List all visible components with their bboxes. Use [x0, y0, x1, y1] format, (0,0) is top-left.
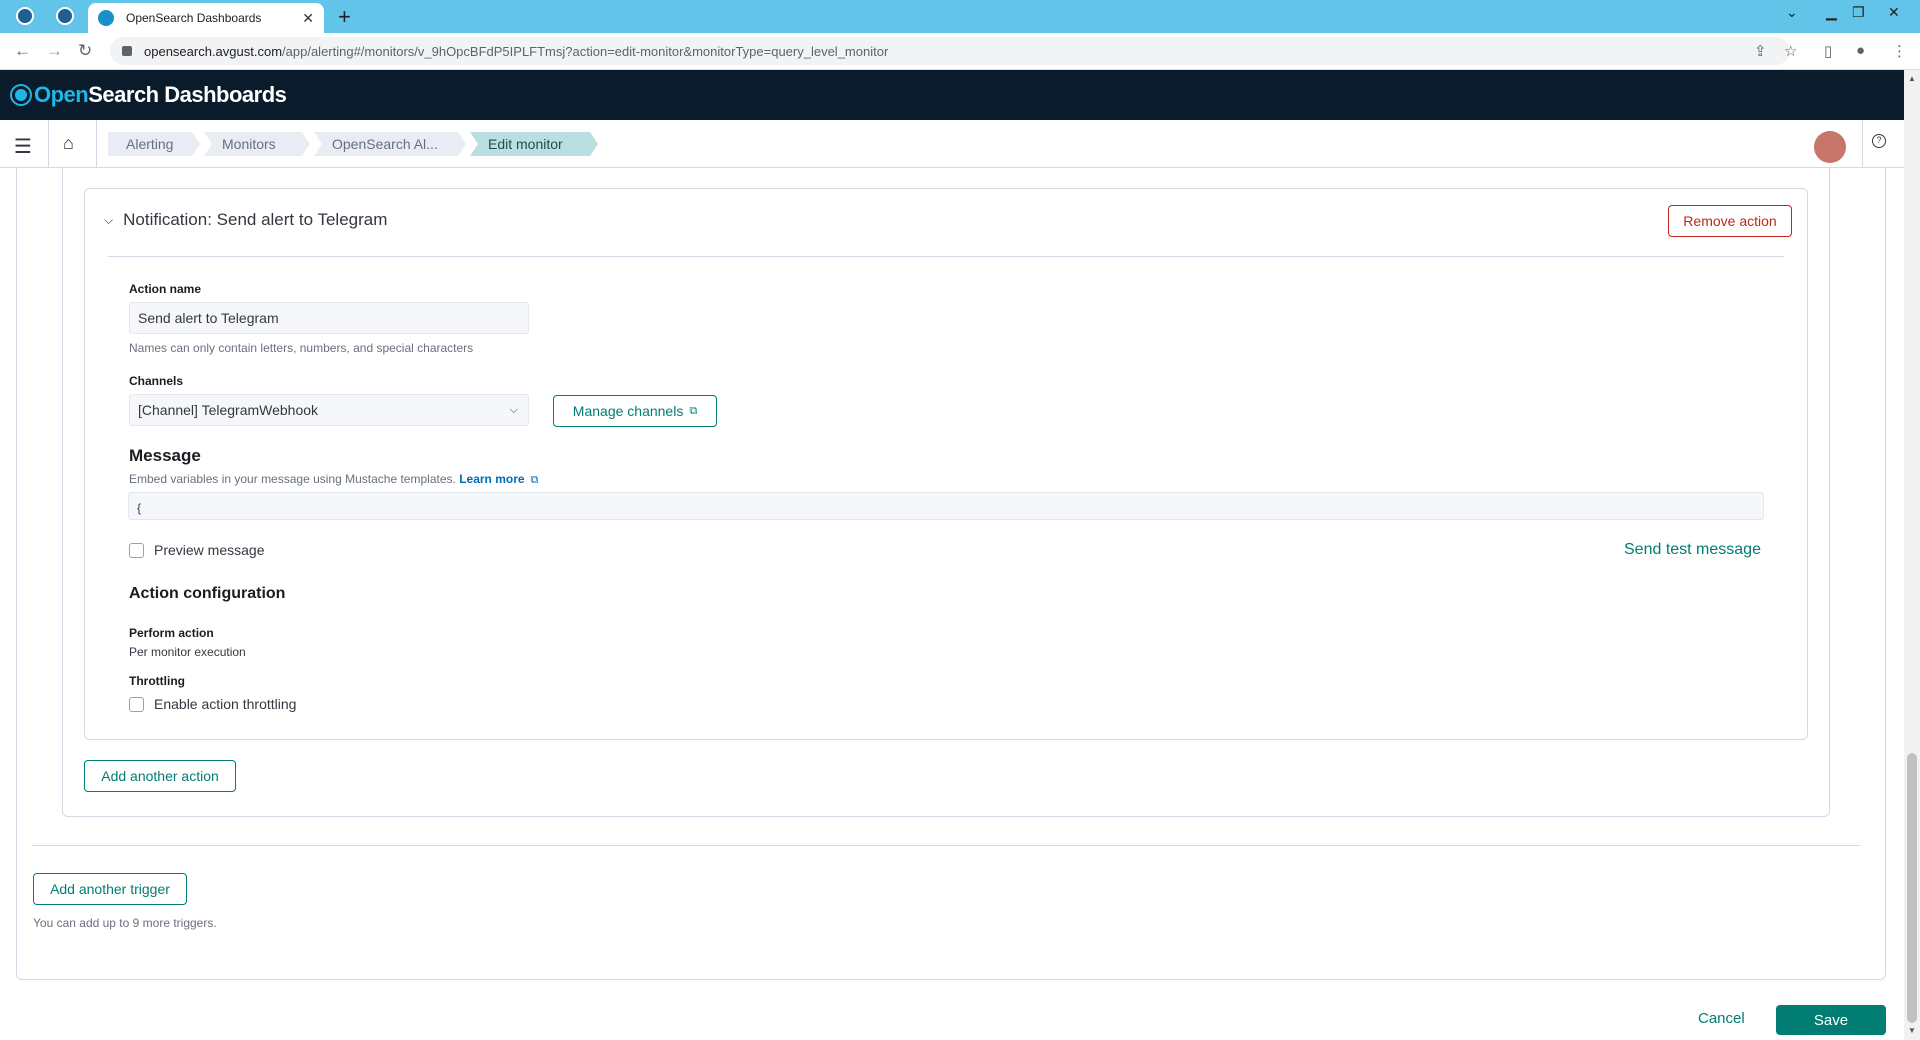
- trigger-help: You can add up to 9 more triggers.: [33, 916, 217, 930]
- tab-search-chevron-icon[interactable]: ⌄: [1786, 4, 1798, 21]
- checkbox-box[interactable]: [129, 696, 144, 712]
- action-panel: [84, 188, 1808, 740]
- menu-hamburger-icon[interactable]: ☰: [14, 134, 32, 159]
- chevron-down-icon: ⌵: [509, 404, 518, 416]
- perform-action-label: Perform action: [129, 626, 214, 640]
- divider: [32, 845, 1860, 846]
- lock-icon: [122, 46, 132, 56]
- breadcrumb-bar: ☰ ⌂ Alerting Monitors OpenSearch Al... E…: [0, 120, 1904, 168]
- scroll-up-icon[interactable]: ▲: [1908, 74, 1916, 83]
- url-host: opensearch.avgust.com: [144, 43, 283, 59]
- opensearch-favicon-icon: [98, 10, 114, 26]
- bookmark-star-icon[interactable]: ☆: [1784, 42, 1797, 60]
- page-scrollbar[interactable]: ▲ ▼: [1904, 70, 1920, 1040]
- help-icon[interactable]: ?: [1872, 134, 1886, 148]
- browser-tab-bar: OpenSearch Dashboards ✕ + ⌄ ▁ ❐ ✕: [0, 0, 1920, 33]
- external-link-icon: ⧉: [530, 474, 539, 486]
- user-avatar[interactable]: [1814, 131, 1846, 163]
- channels-label: Channels: [129, 374, 184, 388]
- pinned-tab-icon[interactable]: [16, 7, 34, 25]
- breadcrumb-edit-monitor: Edit monitor: [470, 132, 598, 156]
- message-help: Embed variables in your message using Mu…: [129, 472, 539, 486]
- divider: [108, 256, 1784, 257]
- action-name-input[interactable]: Send alert to Telegram: [129, 302, 529, 334]
- message-title: Message: [129, 446, 201, 465]
- tab-title: OpenSearch Dashboards: [126, 11, 262, 25]
- browser-tab[interactable]: OpenSearch Dashboards ✕: [88, 3, 324, 33]
- message-textarea[interactable]: {: [128, 492, 1764, 520]
- pinned-tab-icon[interactable]: [56, 7, 74, 25]
- preview-message-checkbox[interactable]: Preview message: [129, 542, 265, 558]
- browser-menu-icon[interactable]: ⋮: [1892, 42, 1907, 60]
- breadcrumb-monitors[interactable]: Monitors: [204, 132, 310, 156]
- manage-channels-button[interactable]: Manage channels ⧉: [553, 395, 717, 427]
- throttling-label: Throttling: [129, 674, 185, 688]
- checkbox-box[interactable]: [129, 542, 144, 558]
- learn-more-link[interactable]: Learn more: [459, 472, 524, 486]
- action-config-title: Action configuration: [129, 585, 286, 602]
- breadcrumb-alerting[interactable]: Alerting: [108, 132, 200, 156]
- chevron-down-icon: ⌵: [104, 212, 114, 227]
- add-another-trigger-button[interactable]: Add another trigger: [33, 873, 187, 905]
- remove-action-button[interactable]: Remove action: [1668, 205, 1792, 237]
- home-icon[interactable]: ⌂: [63, 133, 74, 154]
- add-another-action-button[interactable]: Add another action: [84, 760, 236, 792]
- throttling-checkbox[interactable]: Enable action throttling: [129, 696, 296, 712]
- side-panel-icon[interactable]: ▯: [1824, 42, 1832, 60]
- app-logo[interactable]: OpenSearch Dashboards: [34, 82, 287, 108]
- profile-icon[interactable]: ●: [1856, 42, 1865, 59]
- action-name-label: Action name: [129, 282, 202, 296]
- share-icon[interactable]: ⇪: [1754, 42, 1767, 60]
- external-link-icon: ⧉: [689, 404, 698, 417]
- reload-icon[interactable]: ↻: [78, 41, 92, 61]
- url-input[interactable]: opensearch.avgust.com/app/alerting#/moni…: [110, 37, 1790, 65]
- app-header: OpenSearch Dashboards: [0, 70, 1904, 120]
- action-accordion-toggle[interactable]: ⌵ Notification: Send alert to Telegram: [104, 210, 387, 230]
- restore-icon[interactable]: ❐: [1852, 4, 1865, 21]
- action-name-help: Names can only contain letters, numbers,…: [129, 341, 474, 355]
- new-tab-icon[interactable]: +: [338, 4, 351, 30]
- forward-icon[interactable]: →: [46, 41, 63, 61]
- send-test-message-button[interactable]: Send test message: [1624, 541, 1761, 559]
- scrollbar-thumb[interactable]: [1907, 753, 1917, 1023]
- close-tab-icon[interactable]: ✕: [302, 10, 314, 27]
- url-path: /app/alerting#/monitors/v_9hOpcBFdP5IPLF…: [282, 43, 889, 59]
- action-header-title: Notification: Send alert to Telegram: [123, 210, 388, 229]
- breadcrumb-monitor-name[interactable]: OpenSearch Al...: [314, 132, 466, 156]
- opensearch-logo-icon: [12, 86, 30, 104]
- minimize-icon[interactable]: ▁: [1826, 4, 1837, 21]
- cancel-button[interactable]: Cancel: [1698, 1010, 1745, 1027]
- channels-select[interactable]: [Channel] TelegramWebhook ⌵: [129, 394, 529, 426]
- perform-action-value: Per monitor execution: [129, 645, 246, 659]
- close-window-icon[interactable]: ✕: [1888, 4, 1900, 21]
- save-button[interactable]: Save: [1776, 1005, 1886, 1035]
- back-icon[interactable]: ←: [14, 41, 31, 61]
- scroll-down-icon[interactable]: ▼: [1908, 1026, 1916, 1035]
- address-bar-row: ← → ↻ opensearch.avgust.com/app/alerting…: [0, 33, 1920, 70]
